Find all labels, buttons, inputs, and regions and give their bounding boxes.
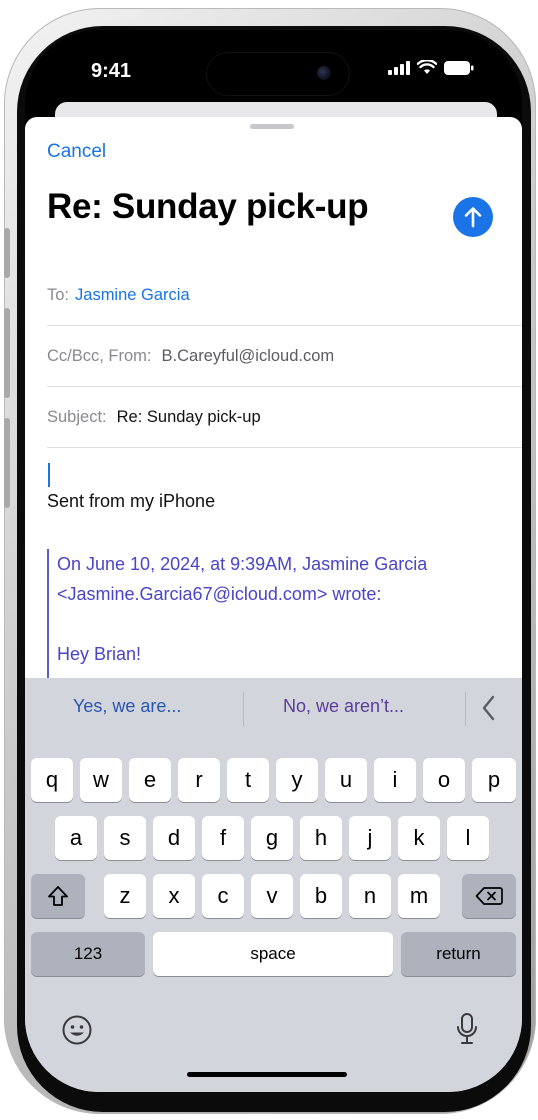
wifi-icon xyxy=(417,60,437,74)
key-u[interactable]: u xyxy=(325,758,367,802)
cancel-button[interactable]: Cancel xyxy=(47,141,106,163)
key-y[interactable]: y xyxy=(276,758,318,802)
to-field[interactable]: To: Jasmine Garcia xyxy=(47,265,522,326)
key-k[interactable]: k xyxy=(398,816,440,860)
key-a[interactable]: a xyxy=(55,816,97,860)
key-c[interactable]: c xyxy=(202,874,244,918)
delete-icon xyxy=(475,887,503,905)
numbers-key[interactable]: 123 xyxy=(31,932,145,976)
signal-icon xyxy=(388,60,410,75)
quoted-message[interactable]: On June 10, 2024, at 9:39AM, Jasmine Gar… xyxy=(47,549,522,689)
keyboard: Yes, we are... No, we aren’t... q w e r … xyxy=(25,678,522,1092)
chevron-left-icon[interactable] xyxy=(480,694,498,722)
key-n[interactable]: n xyxy=(349,874,391,918)
send-button[interactable] xyxy=(453,197,493,237)
quote-header-address: <Jasmine.Garcia67@icloud.com> wrote: xyxy=(57,584,382,604)
subject-field[interactable]: Subject: Re: Sunday pick-up xyxy=(47,387,522,448)
cc-bcc-from-field[interactable]: Cc/Bcc, From: B.Careyful@icloud.com xyxy=(47,326,522,387)
key-j[interactable]: j xyxy=(349,816,391,860)
return-key[interactable]: return xyxy=(401,932,516,976)
screen: 9:41 Cancel Re: Sunday pick-up To: Jasmi… xyxy=(25,30,522,1092)
sheet-grabber[interactable] xyxy=(250,124,294,129)
suggestion-no[interactable]: No, we aren’t... xyxy=(283,696,404,717)
shift-key[interactable] xyxy=(31,874,85,918)
from-address[interactable]: B.Careyful@icloud.com xyxy=(162,347,335,366)
key-x[interactable]: x xyxy=(153,874,195,918)
key-o[interactable]: o xyxy=(423,758,465,802)
microphone-icon[interactable] xyxy=(456,1012,478,1046)
key-r[interactable]: r xyxy=(178,758,220,802)
key-z[interactable]: z xyxy=(104,874,146,918)
shift-icon xyxy=(48,886,68,906)
camera-icon xyxy=(317,66,331,80)
quote-header-line: On June 10, 2024, at 9:39AM, Jasmine Gar… xyxy=(57,554,428,574)
key-g[interactable]: g xyxy=(251,816,293,860)
status-icons xyxy=(388,60,474,75)
key-s[interactable]: s xyxy=(104,816,146,860)
suggestion-yes[interactable]: Yes, we are... xyxy=(73,696,181,717)
to-recipient[interactable]: Jasmine Garcia xyxy=(75,286,190,305)
predictive-bar: Yes, we are... No, we aren’t... xyxy=(25,678,522,740)
key-f[interactable]: f xyxy=(202,816,244,860)
delete-key[interactable] xyxy=(462,874,516,918)
volume-down-button xyxy=(4,418,10,508)
volume-up-button xyxy=(4,308,10,398)
emoji-icon[interactable] xyxy=(61,1014,93,1046)
status-time: 9:41 xyxy=(91,60,132,82)
quote-body-line: Hey Brian! xyxy=(57,644,142,664)
key-v[interactable]: v xyxy=(251,874,293,918)
subject-value[interactable]: Re: Sunday pick-up xyxy=(117,408,261,427)
send-icon xyxy=(464,207,482,228)
status-bar: 9:41 xyxy=(25,30,522,104)
key-l[interactable]: l xyxy=(447,816,489,860)
key-w[interactable]: w xyxy=(80,758,122,802)
key-t[interactable]: t xyxy=(227,758,269,802)
battery-icon xyxy=(444,60,474,75)
key-e[interactable]: e xyxy=(129,758,171,802)
key-i[interactable]: i xyxy=(374,758,416,802)
key-h[interactable]: h xyxy=(300,816,342,860)
to-label: To: xyxy=(47,285,70,304)
space-key[interactable]: space xyxy=(153,932,393,976)
cc-bcc-from-label: Cc/Bcc, From: xyxy=(47,346,152,365)
signature-text[interactable]: Sent from my iPhone xyxy=(47,491,215,512)
dynamic-island xyxy=(206,52,350,96)
key-m[interactable]: m xyxy=(398,874,440,918)
home-indicator[interactable] xyxy=(187,1072,347,1077)
key-q[interactable]: q xyxy=(31,758,73,802)
action-button xyxy=(4,228,10,278)
suggestion-divider xyxy=(465,692,466,726)
subject-label: Subject: xyxy=(47,407,107,426)
key-p[interactable]: p xyxy=(472,758,516,802)
key-d[interactable]: d xyxy=(153,816,195,860)
compose-title: Re: Sunday pick-up xyxy=(47,187,369,226)
key-b[interactable]: b xyxy=(300,874,342,918)
text-cursor xyxy=(48,463,50,487)
suggestion-divider xyxy=(243,692,244,726)
